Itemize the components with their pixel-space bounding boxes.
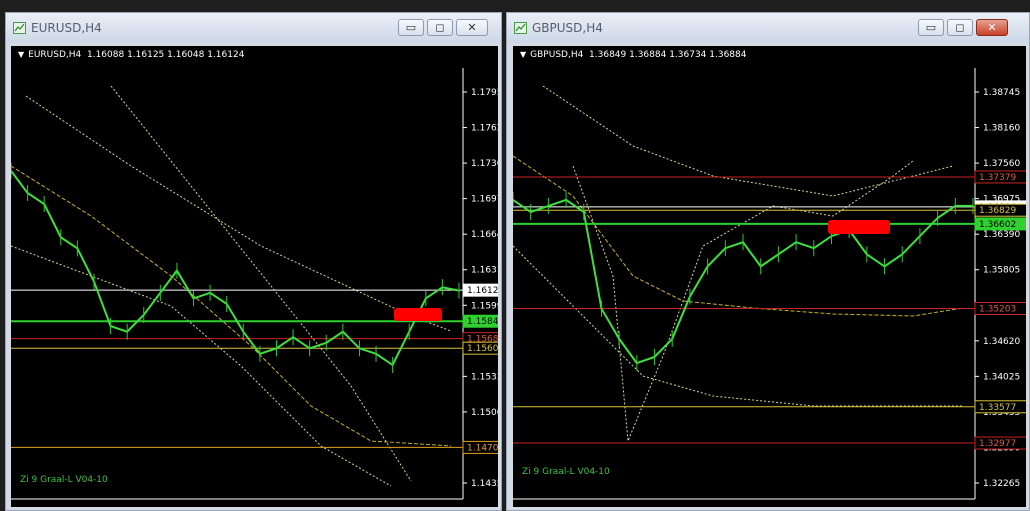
chart-symbol-header: ▼ GBPUSD,H4 1.36849 1.36884 1.36734 1.368… <box>520 50 747 60</box>
price-tag: 1.33577 <box>974 400 1026 414</box>
price-chart[interactable]: 1.387451.381601.375601.369751.363901.358… <box>513 46 1026 507</box>
price-tick-label: 1.16970 <box>471 195 498 205</box>
price-tag-label: 1.15601 <box>467 344 498 354</box>
price-tick-label: 1.35805 <box>983 266 1020 276</box>
envelope-line <box>25 95 452 332</box>
chart-window-icon <box>514 22 527 34</box>
indicator-name: Zi 9 Graal-L V04-10 <box>522 467 610 477</box>
moving-average-line <box>513 155 964 317</box>
price-tick-label: 1.16645 <box>471 230 498 240</box>
price-tick-label: 1.15335 <box>471 372 498 382</box>
price-tick-label: 1.34025 <box>983 372 1020 382</box>
price-tick-label: 1.37560 <box>983 159 1020 169</box>
chart-window-icon <box>13 22 26 34</box>
indicator-name: Zi 9 Graal-L V04-10 <box>20 475 108 485</box>
price-tag: 1.15601 <box>462 341 498 355</box>
eurusd-chart-window[interactable]: EURUSD,H4 ▭ ◻ ✕ 1.179551.176251.173001.1… <box>5 12 502 511</box>
price-tag: 1.36602 <box>974 217 1026 231</box>
minimize-button[interactable]: ▭ <box>398 19 424 36</box>
triangle-down-icon[interactable]: ▼ <box>18 50 24 59</box>
minimize-button[interactable]: ▭ <box>918 19 944 36</box>
price-tick-label: 1.38160 <box>983 124 1020 134</box>
price-tag-label: 1.35203 <box>979 304 1016 314</box>
price-tag-label: 1.15844 <box>467 317 498 327</box>
envelope-line <box>542 85 954 197</box>
close-icon: ✕ <box>987 21 997 34</box>
price-tick-label: 1.14350 <box>471 479 498 489</box>
maximize-button[interactable]: ◻ <box>947 19 973 36</box>
signal-marker <box>828 220 890 234</box>
ohlc-readout: GBPUSD,H4 1.36849 1.36884 1.36734 1.3688… <box>530 50 747 60</box>
chart-symbol-header: ▼ EURUSD,H4 1.16088 1.16125 1.16048 1.161… <box>18 50 244 60</box>
close-button[interactable]: ✕ <box>456 19 488 36</box>
price-tag: 1.14707 <box>462 440 498 454</box>
window-title: GBPUSD,H4 <box>532 21 603 35</box>
price-tag-label: 1.36602 <box>979 220 1016 230</box>
price-tick-label: 1.17300 <box>471 159 498 169</box>
close-button[interactable]: ✕ <box>976 19 1008 36</box>
triangle-down-icon[interactable]: ▼ <box>520 50 526 59</box>
price-tag-label: 1.32977 <box>979 439 1016 449</box>
window-titlebar[interactable]: GBPUSD,H4 ▭ ◻ ✕ <box>507 13 1029 43</box>
price-tag-label: 1.14707 <box>467 443 498 453</box>
price-tick-label: 1.36390 <box>983 230 1020 240</box>
price-tag-label: 1.33577 <box>979 403 1016 413</box>
close-icon: ✕ <box>467 21 477 34</box>
price-tag: 1.35203 <box>974 301 1026 315</box>
envelope-line <box>11 245 392 487</box>
window-title: EURUSD,H4 <box>31 21 102 35</box>
price-tick-label: 1.32265 <box>983 479 1020 489</box>
maximize-button[interactable]: ◻ <box>427 19 453 36</box>
price-tick-label: 1.34620 <box>983 337 1020 347</box>
price-tag-label: 1.37379 <box>979 173 1016 183</box>
price-tag-label: 1.16124 <box>467 286 498 296</box>
price-tag-label: 1.36829 <box>979 206 1016 216</box>
chart-area[interactable]: 1.17955 1.17625 1.17300 1.16970 1.16645 1.163… <box>11 46 498 507</box>
price-tick-label: 1.15990 <box>471 301 498 311</box>
minimize-icon: ▭ <box>925 21 937 34</box>
price-tick-label: 1.16315 <box>471 266 498 276</box>
chart-area[interactable]: 1.38745 1.38160 1.37560 1.36975 1.36390 1.358… <box>513 46 1026 507</box>
price-tag: 1.16124 <box>462 283 498 297</box>
ohlc-readout: EURUSD,H4 1.16088 1.16125 1.16048 1.1612… <box>28 50 245 60</box>
signal-marker <box>394 308 442 321</box>
price-tick-label: 1.17625 <box>471 124 498 134</box>
price-chart[interactable]: 1.17955 1.17625 1.17300 1.16970 1.16645 1.163… <box>11 46 498 507</box>
window-titlebar[interactable]: EURUSD,H4 ▭ ◻ ✕ <box>6 13 501 43</box>
price-tag: 1.37379 <box>974 170 1026 184</box>
price-tag: 1.32977 <box>974 436 1026 450</box>
gbpusd-chart-window[interactable]: GBPUSD,H4 ▭ ◻ ✕ 1.38745 1.38160 1.37560 1.3… <box>506 12 1030 511</box>
envelope-line <box>572 160 914 442</box>
maximize-icon: ◻ <box>435 21 445 34</box>
price-tick-label: 1.17955 <box>471 88 498 98</box>
price-tick-label: 1.15005 <box>471 408 498 418</box>
maximize-icon: ◻ <box>955 21 965 34</box>
price-tag: 1.36829 <box>974 203 1026 217</box>
price-tick-label: 1.38745 <box>983 88 1020 98</box>
minimize-icon: ▭ <box>405 21 417 34</box>
moving-average-line <box>11 165 452 447</box>
price-series-line <box>11 170 460 367</box>
envelope-line <box>110 85 412 482</box>
price-tag: 1.15844 <box>462 314 498 328</box>
envelope-line <box>513 245 963 407</box>
